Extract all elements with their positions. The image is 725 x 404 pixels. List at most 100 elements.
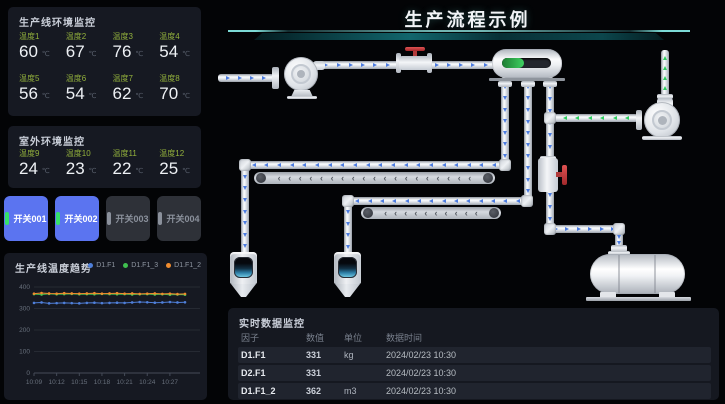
switch-3-toggle[interactable]: 开关003 bbox=[106, 196, 150, 241]
temp-label: 温度7 bbox=[113, 73, 153, 84]
pipe-lower-left-run bbox=[347, 197, 528, 205]
belt-chevron-icon: ‹ bbox=[415, 173, 418, 183]
flow-arrow-icon bbox=[526, 143, 530, 147]
switch-2-toggle[interactable]: 开关002 bbox=[55, 196, 99, 241]
panel-title: 生产线温度趋势 bbox=[15, 260, 92, 275]
flow-arrow-icon bbox=[238, 76, 242, 80]
temp-value-row: 22℃ bbox=[113, 160, 153, 177]
temp-tile-grid: 温度160℃温度267℃温度376℃温度454℃温度556℃温度654℃温度76… bbox=[12, 31, 199, 115]
flow-arrow-icon bbox=[366, 163, 370, 167]
flow-arrow-icon bbox=[373, 63, 377, 67]
temp-value-row: 23℃ bbox=[66, 160, 106, 177]
flow-arrow-icon bbox=[454, 163, 458, 167]
flow-arrow-icon bbox=[516, 199, 520, 203]
flow-arrow-icon bbox=[563, 116, 567, 120]
flow-arrow-icon bbox=[526, 120, 530, 124]
temp-label: 温度5 bbox=[19, 73, 59, 84]
pipe-upper-left-run bbox=[243, 161, 505, 169]
column-header: 单位 bbox=[344, 331, 386, 344]
belt-chevron-icon: ‹ bbox=[278, 173, 281, 183]
temp-value: 24 bbox=[19, 160, 38, 177]
temp-tile: 温度376℃ bbox=[106, 31, 153, 73]
switch-label: 开关001 bbox=[13, 212, 46, 225]
svg-text:10:18: 10:18 bbox=[94, 379, 111, 386]
temp-unit: ℃ bbox=[89, 50, 97, 58]
belt-chevron-icon: ‹ bbox=[414, 208, 417, 218]
flow-arrow-icon bbox=[577, 227, 581, 231]
flow-arrow-icon bbox=[391, 163, 395, 167]
temp-tile: 温度454℃ bbox=[152, 31, 199, 73]
belt-chevron-icon: ‹ bbox=[465, 208, 468, 218]
flow-arrow-icon bbox=[349, 63, 353, 67]
pipe-elbow bbox=[239, 159, 251, 171]
temp-unit: ℃ bbox=[182, 92, 190, 100]
flow-arrow-icon bbox=[417, 199, 421, 203]
flow-arrow-icon bbox=[503, 108, 507, 112]
pipe-fan-exhaust bbox=[661, 50, 669, 96]
flow-arrow-icon bbox=[526, 166, 530, 170]
trend-chart-canvas: 010020030040010:0910:1210:1510:1810:2110… bbox=[7, 277, 204, 397]
flow-arrow-icon bbox=[243, 186, 247, 190]
storage-tank bbox=[590, 254, 685, 294]
temp-unit: ℃ bbox=[42, 167, 50, 175]
pipe-elbow bbox=[613, 223, 625, 235]
flow-arrow-icon bbox=[243, 244, 247, 248]
flow-arrow-icon bbox=[454, 199, 458, 203]
switch-row: 开关001 开关002开关003开关004 bbox=[4, 196, 204, 241]
svg-text:300: 300 bbox=[19, 306, 30, 313]
cell-value: 331 bbox=[306, 368, 344, 378]
temp-tile: 温度762℃ bbox=[106, 73, 153, 115]
belt-chevron-icon: ‹ bbox=[468, 173, 471, 183]
legend-label: D1.F1_2 bbox=[174, 262, 201, 269]
tank-base bbox=[586, 297, 691, 301]
temp-value: 25 bbox=[159, 160, 178, 177]
temp-unit: ℃ bbox=[42, 92, 50, 100]
temp-value-row: 56℃ bbox=[19, 85, 59, 102]
temp-value-row: 25℃ bbox=[159, 160, 199, 177]
cell-factor: D1.F1_2 bbox=[241, 386, 306, 396]
svg-text:10:12: 10:12 bbox=[49, 379, 66, 386]
flow-arrow-icon bbox=[503, 199, 507, 203]
flow-arrow-icon bbox=[471, 63, 475, 67]
temp-value: 54 bbox=[66, 85, 85, 102]
gate-valve-vertical bbox=[538, 158, 558, 192]
temp-unit: ℃ bbox=[182, 50, 190, 58]
belt-chevron-icon: ‹ bbox=[405, 173, 408, 183]
fan-hub bbox=[658, 116, 667, 125]
belt-chevron-icon: ‹ bbox=[288, 173, 291, 183]
temp-unit: ℃ bbox=[135, 50, 143, 58]
temp-value: 23 bbox=[66, 160, 85, 177]
flow-arrow-icon bbox=[416, 163, 420, 167]
panel-title: 生产线环境监控 bbox=[19, 14, 96, 29]
legend-label: D1.F1 bbox=[96, 262, 115, 269]
flow-arrow-icon bbox=[346, 222, 350, 226]
flow-arrow-icon bbox=[526, 178, 530, 182]
valve-handle bbox=[405, 47, 425, 51]
pump-base-plate bbox=[287, 96, 317, 99]
cell-value: 331 bbox=[306, 350, 344, 360]
temp-tile: 温度1225℃ bbox=[152, 148, 199, 184]
svg-text:10:09: 10:09 bbox=[26, 379, 43, 386]
switch-1-toggle[interactable]: 开关001 bbox=[4, 196, 48, 241]
flow-arrow-icon bbox=[625, 116, 629, 120]
panel-realtime-data: 实时数据监控 因子数值单位数据时间D1.F1331kg2024/02/23 10… bbox=[228, 308, 719, 400]
chart-x-axis: 10:0910:1210:1510:1810:2110:2410:27 bbox=[26, 373, 179, 386]
svg-text:10:27: 10:27 bbox=[162, 379, 179, 386]
flow-arrow-icon bbox=[243, 210, 247, 214]
switch-4-toggle[interactable]: 开关004 bbox=[157, 196, 201, 241]
flow-arrow-icon bbox=[252, 163, 256, 167]
belt-chevron-icon: ‹ bbox=[309, 173, 312, 183]
flow-arrow-icon bbox=[442, 199, 446, 203]
cell-time: 2024/02/23 10:30 bbox=[386, 368, 711, 378]
hopper-1-cone bbox=[231, 284, 256, 297]
flow-arrow-icon bbox=[526, 154, 530, 158]
temp-unit: ℃ bbox=[89, 92, 97, 100]
svg-text:400: 400 bbox=[19, 284, 30, 291]
temp-unit: ℃ bbox=[42, 50, 50, 58]
legend-item: D1.F1_3 bbox=[123, 262, 158, 269]
belt-chevron-icon: ‹ bbox=[384, 173, 387, 183]
pipe-hopper2-drop bbox=[344, 203, 352, 256]
flow-arrow-icon bbox=[378, 163, 382, 167]
flow-arrow-icon bbox=[491, 199, 495, 203]
tank-seam bbox=[618, 255, 620, 293]
